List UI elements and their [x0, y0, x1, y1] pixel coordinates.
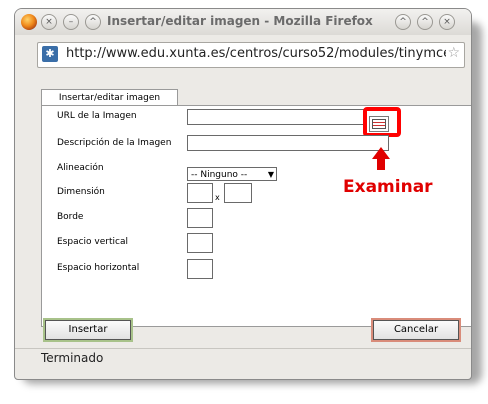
url-text: http://www.edu.xunta.es/centros/curso52/…	[66, 46, 446, 61]
cancel-button[interactable]: Cancelar	[373, 320, 459, 340]
height-input[interactable]	[224, 183, 252, 203]
title-bar: × – ^ Insertar/editar imagen - Mozilla F…	[15, 9, 471, 35]
alignment-label: Alineación	[57, 163, 104, 173]
restore-button[interactable]: ^	[417, 14, 433, 30]
vspace-input[interactable]	[187, 233, 213, 253]
arrow-stem	[377, 158, 385, 170]
dimension-separator: x	[215, 193, 220, 202]
browse-annotation: Examinar	[343, 177, 433, 197]
status-divider	[15, 348, 471, 349]
maximize-window-button[interactable]: ^	[85, 14, 101, 30]
width-input[interactable]	[187, 183, 213, 203]
close-button[interactable]: ×	[439, 14, 455, 30]
minimize-window-button[interactable]: –	[63, 14, 79, 30]
chevron-down-icon: ▼	[267, 170, 274, 179]
tab-insert-edit-image[interactable]: Insertar/editar imagen	[41, 89, 178, 106]
alignment-value: -- Ninguno --	[191, 170, 248, 180]
firefox-icon	[21, 14, 37, 30]
site-icon: ✱	[42, 46, 58, 62]
border-label: Borde	[57, 212, 84, 222]
browse-highlight-box	[363, 107, 401, 137]
insert-button[interactable]: Insertar	[45, 320, 131, 340]
address-bar[interactable]: ✱ http://www.edu.xunta.es/centros/curso5…	[37, 42, 465, 68]
alignment-select[interactable]: -- Ninguno -- ▼	[187, 167, 277, 181]
hspace-input[interactable]	[187, 259, 213, 279]
image-description-input[interactable]	[187, 135, 389, 151]
browser-window: × – ^ Insertar/editar imagen - Mozilla F…	[14, 8, 472, 380]
star-icon[interactable]: ☆	[447, 45, 460, 61]
window-title: Insertar/editar imagen - Mozilla Firefox	[107, 14, 373, 28]
roll-up-button[interactable]: ^	[395, 14, 411, 30]
hspace-label: Espacio horizontal	[57, 263, 140, 273]
image-url-input[interactable]	[187, 109, 367, 125]
dimension-label: Dimensión	[57, 187, 105, 197]
url-label: URL de la Imagen	[57, 111, 137, 121]
close-window-button[interactable]: ×	[41, 14, 57, 30]
border-input[interactable]	[187, 208, 213, 228]
status-text: Terminado	[41, 351, 104, 365]
vspace-label: Espacio vertical	[57, 237, 128, 247]
description-label: Descripción de la Imagen	[57, 138, 172, 148]
